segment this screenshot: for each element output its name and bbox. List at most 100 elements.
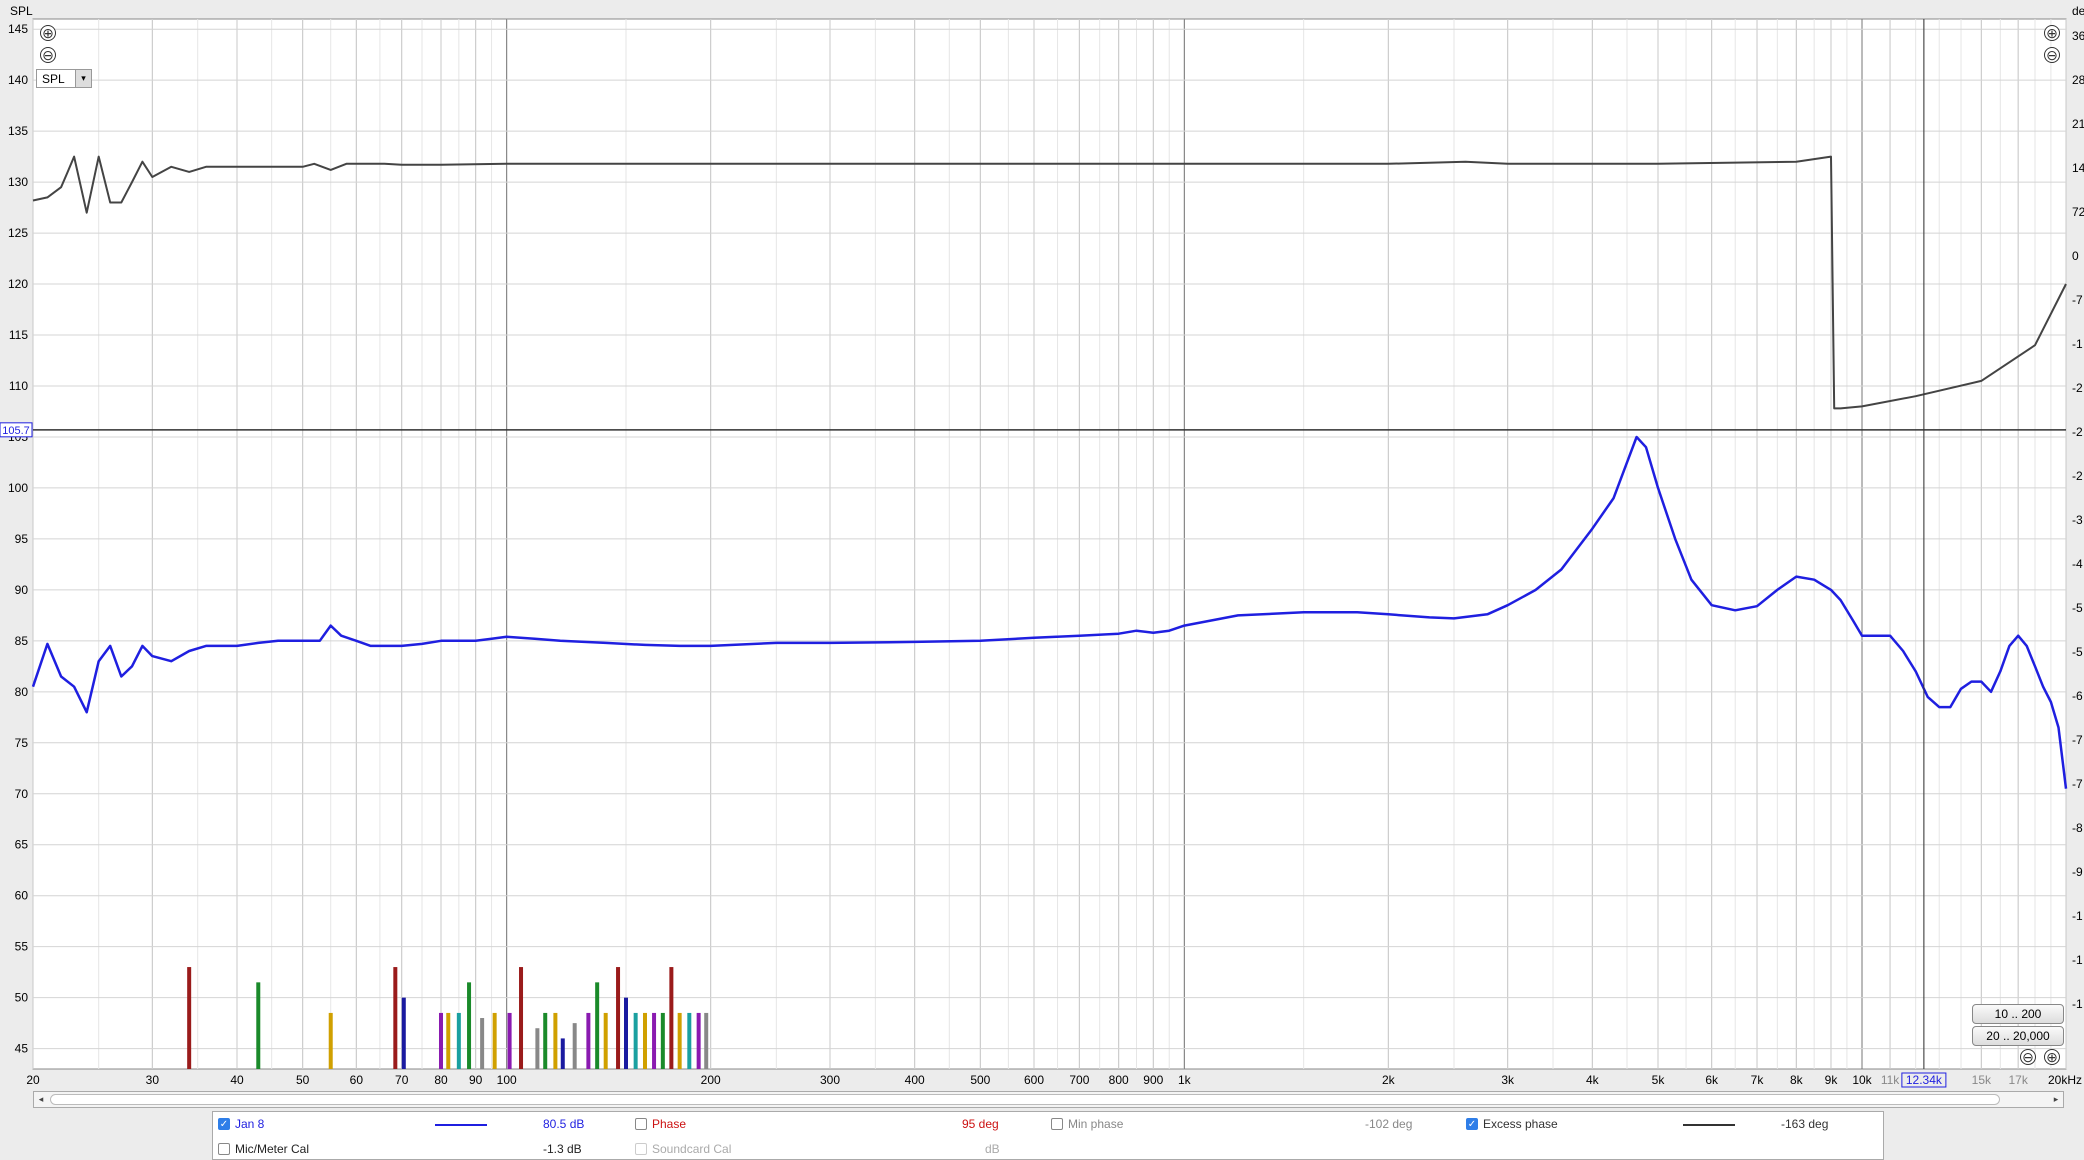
phase-label: Phase [652,1117,687,1131]
right-tick-label: -1 [2072,997,2083,1011]
x-tick-label: 9k [1825,1073,1839,1087]
x-tick-label: 7k [1751,1073,1765,1087]
distortion-bar [401,997,406,1069]
scroll-left-icon[interactable]: ◂ [34,1092,48,1107]
x-tick-label: 50 [296,1073,310,1087]
frequency-response-chart[interactable]: 20 30 40 50 60 70 80 90 100 200 300 400 500 600 700 800… [0,0,2084,1090]
x-tick-label: 500 [970,1073,990,1087]
right-tick-label: -7 [2072,733,2083,747]
zoom-in-right-button[interactable]: ⊕ [2044,25,2060,41]
x-tick-label: 600 [1024,1073,1044,1087]
cursor-y-label: 105.7 [2,425,30,437]
x-tick-label: 90 [469,1073,483,1087]
y-tick-label: 145 [8,22,28,36]
excess-phase-checkbox[interactable]: ✓ [1466,1118,1478,1130]
x-tick-label: 100 [497,1073,517,1087]
distortion-bar [393,967,398,1069]
y-tick-label: 65 [15,838,29,852]
zoom-out-y-button[interactable]: ⊖ [40,47,56,63]
x-tick-label: 400 [905,1073,925,1087]
x-tick-label: 3k [1501,1073,1515,1087]
zoom-in-y-button[interactable]: ⊕ [40,25,56,41]
x-tick-label: 8k [1790,1073,1804,1087]
soundcard-cal-label: Soundcard Cal [652,1142,732,1156]
mic-cal-value: -1.3 dB [543,1142,582,1156]
y-tick-label: 120 [8,277,28,291]
zoom-in-x-button[interactable]: ⊕ [2044,1049,2060,1065]
x-tick-label: 10k [1852,1073,1872,1087]
right-tick-label: -3 [2072,513,2083,527]
right-tick-label: 14 [2072,161,2084,175]
y-axis-select[interactable]: SPL ▾ [36,69,92,88]
distortion-bar [535,1028,540,1069]
zoom-out-x-button[interactable]: ⊖ [2020,1049,2036,1065]
excess-phase-value: -163 deg [1781,1117,1829,1131]
distortion-bar [187,967,192,1069]
y-tick-label: 70 [15,787,29,801]
x-tick-label: 800 [1109,1073,1129,1087]
right-tick-label: -5 [2072,645,2083,659]
horizontal-scrollbar[interactable]: ◂ ▸ [33,1091,2064,1108]
legend-panel: ✓ Jan 8 80.5 dB Phase 95 deg Min phase -… [212,1111,1884,1160]
y-axis-title: SPL [10,4,33,18]
right-tick-label: -7 [2072,777,2083,791]
y-tick-label: 85 [15,634,29,648]
x-tick-label: 2k [1382,1073,1396,1087]
x-tick-label: 700 [1069,1073,1089,1087]
range-10-200-button[interactable]: 10 .. 200 [1972,1004,2064,1024]
min-phase-checkbox[interactable] [1051,1118,1063,1130]
scroll-right-icon[interactable]: ▸ [2049,1092,2063,1107]
right-tick-label: -5 [2072,601,2083,615]
zoom-out-right-button[interactable]: ⊖ [2044,47,2060,63]
right-tick-label: 28 [2072,73,2084,87]
x-tick-label: 60 [350,1073,364,1087]
right-tick-label: -8 [2072,821,2083,835]
y-tick-label: 60 [15,889,29,903]
y-tick-label: 50 [15,991,29,1005]
y-tick-label: 55 [15,940,29,954]
x-tick-label: 11k [1881,1073,1900,1087]
jan8-checkbox[interactable]: ✓ [218,1118,230,1130]
x-tick-label: 70 [395,1073,409,1087]
y-tick-label: 140 [8,73,28,87]
distortion-bar [616,967,621,1069]
y-tick-label: 75 [15,736,29,750]
x-tick-label: 1k [1178,1073,1192,1087]
distortion-bar [492,1012,497,1069]
scroll-thumb[interactable] [50,1094,2000,1105]
x-tick-label: 30 [146,1073,160,1087]
mic-cal-label: Mic/Meter Cal [235,1142,310,1156]
y-tick-label: 115 [9,328,28,342]
y-tick-label: 110 [9,379,28,393]
y-tick-label: 45 [15,1042,29,1056]
distortion-bar [660,1012,665,1069]
distortion-bar [669,967,674,1069]
distortion-bar [642,1012,647,1069]
distortion-bar [696,1012,701,1069]
excess-phase-label: Excess phase [1483,1117,1558,1131]
min-phase-value: -102 deg [1365,1117,1413,1131]
distortion-bar [328,1012,333,1069]
soundcard-cal-checkbox[interactable] [635,1143,647,1155]
min-phase-label: Min phase [1068,1117,1124,1131]
distortion-bar [560,1038,565,1069]
right-tick-label: -9 [2072,865,2083,879]
x-tick-label: 20 [26,1073,40,1087]
y-axis-select-value: SPL [42,72,65,86]
distortion-bar [586,1012,591,1069]
distortion-bar [704,1012,709,1069]
distortion-bar [595,982,600,1069]
chevron-down-icon: ▾ [75,70,91,87]
distortion-bar [572,1023,577,1069]
x-tick-label: 12.34k [1906,1073,1943,1087]
right-tick-label: -6 [2072,689,2083,703]
jan8-label: Jan 8 [235,1117,265,1131]
x-tick-label: 5k [1652,1073,1666,1087]
right-tick-label: -2 [2072,425,2083,439]
distortion-bar [553,1012,558,1069]
mic-cal-checkbox[interactable] [218,1143,230,1155]
x-tick-label: 20kHz [2048,1073,2082,1087]
phase-checkbox[interactable] [635,1118,647,1130]
phase-value: 95 deg [962,1117,999,1131]
range-20-20000-button[interactable]: 20 .. 20,000 [1972,1026,2064,1046]
